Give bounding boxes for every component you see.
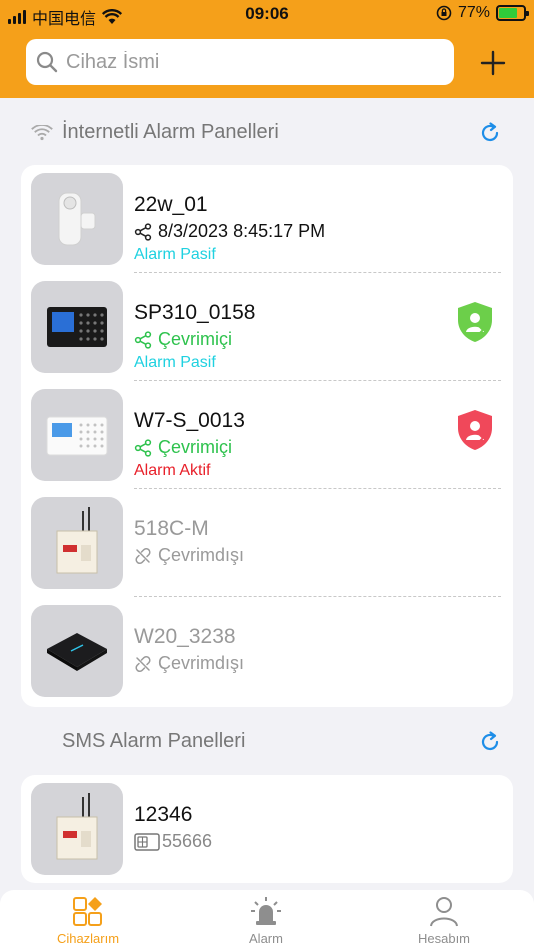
tab-account[interactable]: Hesabım — [384, 895, 504, 950]
person-icon — [430, 897, 458, 927]
tab-bar: Cihazlarım Alarm Hesabım — [0, 890, 534, 950]
refresh-icon[interactable] — [478, 121, 502, 145]
device-thumbnail — [31, 173, 123, 265]
device-name: W20_3238 — [134, 625, 236, 648]
wifi-icon — [31, 125, 53, 141]
device-status: Çevrimiçi — [158, 437, 232, 457]
orientation-lock-icon — [436, 5, 452, 21]
internet-devices-card: 22w_01 8/3/2023 8:45:17 PM Alarm Pasif S… — [21, 165, 513, 707]
tab-alarm[interactable]: Alarm — [206, 895, 326, 950]
device-row[interactable]: 518C-M Çevrimdışı — [21, 489, 513, 597]
device-row[interactable]: W20_3238 Çevrimdışı — [21, 597, 513, 705]
device-thumbnail — [31, 389, 123, 481]
search-icon — [36, 51, 58, 73]
devices-icon — [73, 897, 102, 926]
device-status: Çevrimdışı — [158, 653, 245, 673]
device-thumbnail — [31, 281, 123, 373]
device-thumbnail — [31, 605, 123, 697]
share-icon — [134, 222, 152, 241]
alarm-status: Alarm Pasif — [134, 354, 216, 371]
green-shield-icon[interactable] — [455, 300, 495, 344]
sim-card-icon — [134, 832, 160, 851]
section-title: İnternetli Alarm Panelleri — [62, 121, 279, 143]
device-status: 8/3/2023 8:45:17 PM — [158, 221, 326, 241]
device-status: Çevrimiçi — [158, 329, 232, 349]
device-name: W7-S_0013 — [134, 409, 245, 432]
internet-section-header: İnternetli Alarm Panelleri — [0, 113, 534, 153]
alarm-status: Alarm Pasif — [134, 246, 216, 263]
device-thumbnail — [31, 497, 123, 589]
device-thumbnail — [31, 783, 123, 875]
sms-devices-card: 12346 55666 — [21, 775, 513, 883]
add-device-button[interactable] — [476, 46, 510, 80]
phone-number: 55666 — [162, 831, 213, 851]
device-name: SP310_0158 — [134, 301, 256, 324]
device-row[interactable]: SP310_0158 Çevrimiçi Alarm Pasif — [21, 273, 513, 381]
header-bar: 中国电信 09:06 77% — [0, 0, 534, 98]
search-input[interactable] — [66, 50, 436, 74]
refresh-icon[interactable] — [478, 730, 502, 754]
red-shield-icon[interactable] — [455, 408, 495, 452]
tab-label: Cihazlarım — [56, 931, 120, 946]
tab-label: Hesabım — [417, 931, 471, 946]
share-icon — [134, 330, 152, 349]
device-status: Çevrimdışı — [158, 545, 245, 565]
device-name: 12346 — [134, 803, 193, 826]
share-icon — [134, 438, 152, 457]
plus-icon — [480, 50, 506, 76]
tab-label: Alarm — [249, 931, 283, 946]
search-box[interactable] — [26, 39, 454, 85]
device-row[interactable]: 22w_01 8/3/2023 8:45:17 PM Alarm Pasif — [21, 165, 513, 273]
broken-link-icon — [135, 547, 151, 564]
broken-link-icon — [135, 655, 151, 672]
device-name: 518C-M — [134, 517, 209, 540]
device-row[interactable]: W7-S_0013 Çevrimiçi Alarm Aktif — [21, 381, 513, 489]
battery-icon — [496, 5, 529, 21]
siren-icon — [251, 897, 281, 925]
device-row[interactable]: 12346 55666 — [21, 775, 513, 883]
sms-section-header: SMS Alarm Panelleri — [0, 722, 534, 762]
battery-percent: 77% — [457, 4, 490, 21]
alarm-status: Alarm Aktif — [134, 462, 211, 479]
tab-devices[interactable]: Cihazlarım — [28, 895, 148, 950]
status-bar: 中国电信 09:06 77% — [0, 0, 534, 28]
section-title: SMS Alarm Panelleri — [62, 730, 246, 752]
device-name: 22w_01 — [134, 193, 208, 216]
